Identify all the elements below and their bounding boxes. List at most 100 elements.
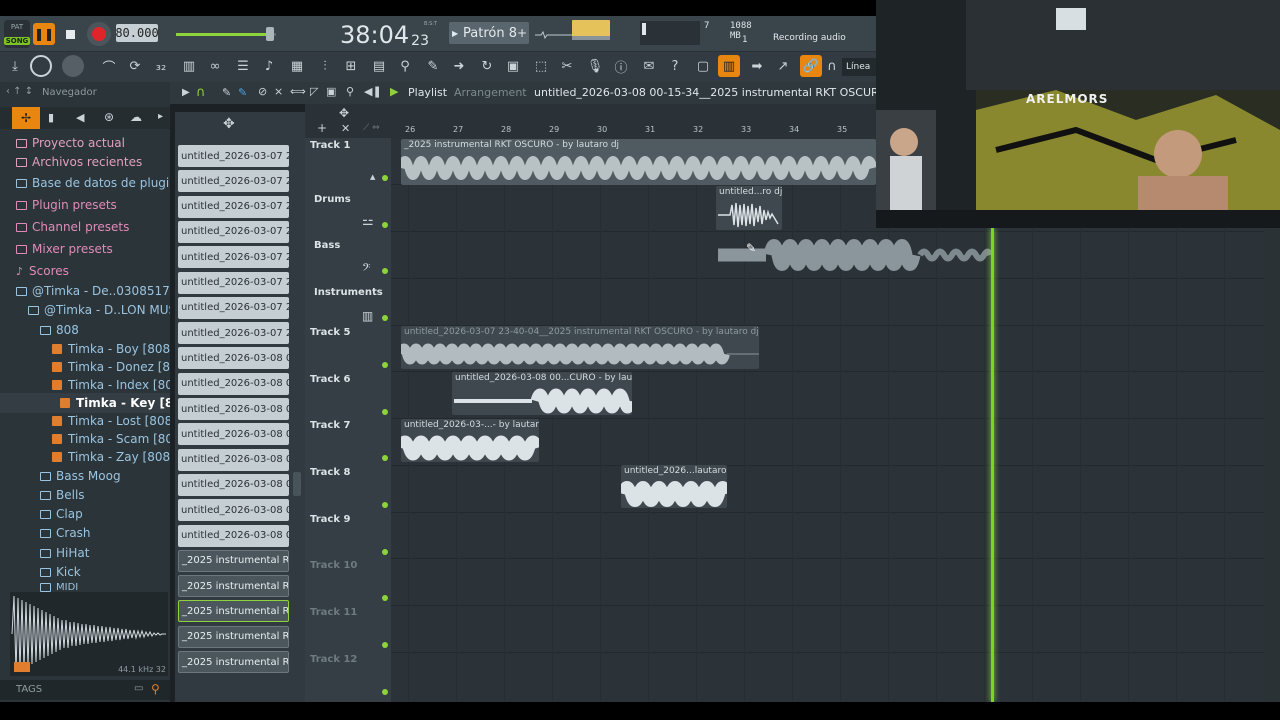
track-label[interactable]: Track 1 bbox=[310, 140, 350, 151]
track-active-led[interactable] bbox=[382, 361, 388, 368]
arrow-right-icon[interactable]: ➜ bbox=[448, 55, 470, 77]
cut-icon[interactable]: ✂ bbox=[556, 55, 578, 77]
browser-item-folder[interactable]: MIDI bbox=[0, 582, 170, 592]
tempo-field[interactable]: 80.000 bbox=[115, 24, 159, 42]
loop-record-icon[interactable]: ∞ bbox=[204, 55, 226, 77]
audio-clip[interactable]: untitled_2026...lautaro dj bbox=[621, 465, 727, 508]
add-track-icon[interactable]: + bbox=[317, 121, 327, 135]
browser-item-sample-selected[interactable]: Timka - Key [808] bbox=[0, 393, 170, 413]
preview-loop-icon[interactable] bbox=[14, 662, 30, 672]
pat-song-toggle[interactable]: PAT SONG bbox=[3, 20, 31, 48]
picker-audio-clip[interactable]: _2025 instrumental R...✢ bbox=[178, 549, 289, 572]
picker-pattern[interactable]: untitled_2026-03-08 00-... bbox=[178, 423, 289, 446]
folder-icon[interactable]: ▭ bbox=[134, 683, 143, 694]
plugin-picker-icon[interactable]: ⚲ bbox=[394, 55, 416, 77]
picker-audio-clip[interactable]: _2025 instrumental R...✢ bbox=[178, 575, 289, 598]
track-active-led[interactable] bbox=[382, 408, 388, 415]
download-icon[interactable]: ⤓ bbox=[4, 55, 26, 77]
blend-notes-icon[interactable]: ₃₂ bbox=[150, 55, 172, 77]
track-label[interactable]: Instruments bbox=[314, 287, 383, 298]
audio-clip[interactable]: untitled_2026-03-07 23-40-04__2025 instr… bbox=[401, 326, 759, 369]
mute-tool-icon[interactable]: ⨯ bbox=[274, 85, 283, 98]
save-icon[interactable]: ▣ bbox=[502, 55, 524, 77]
audio-clip[interactable]: untitled...ro dj bbox=[716, 186, 782, 230]
picker-pattern[interactable]: untitled_2026-03-08 00-... bbox=[178, 524, 289, 547]
playback-tool-icon[interactable]: ◀❚ bbox=[364, 85, 382, 98]
search-icon[interactable]: ⚲ bbox=[151, 682, 160, 696]
browser-item-current-project[interactable]: Proyecto actual bbox=[0, 133, 170, 153]
browser-item-folder[interactable]: Kick bbox=[0, 562, 170, 582]
picker-pattern[interactable]: untitled_2026-03-07 23-... bbox=[178, 322, 289, 345]
audio-clip[interactable]: _2025 instrumental RKT OSCURO - by lauta… bbox=[401, 139, 876, 185]
audio-clip[interactable]: untitled_2026-03-...- by lautaro dj bbox=[401, 419, 539, 462]
browser-item-scores[interactable]: ♪ Scores bbox=[0, 261, 170, 281]
browser-item-recent-files[interactable]: Archivos recientes bbox=[0, 152, 170, 172]
picker-pattern[interactable]: untitled_2026-03-07 23-... bbox=[178, 145, 289, 167]
delete-tool-icon[interactable]: ⊘ bbox=[258, 85, 267, 98]
browser-item-timka-music[interactable]: @Timka - D..LON MUSIC_ bbox=[0, 300, 170, 320]
browser-item-folder[interactable]: Bass Moog bbox=[0, 466, 170, 486]
picker-pattern[interactable]: untitled_2026-03-08 00-... bbox=[178, 499, 289, 522]
plugin-database-icon[interactable]: ⊞ bbox=[340, 55, 362, 77]
typing-keyboard-icon[interactable]: ⌒ bbox=[98, 55, 120, 77]
mixer-icon[interactable]: ⫶ bbox=[314, 55, 336, 77]
browser-nav-icon[interactable]: ‹ ↑ ↕ bbox=[6, 86, 33, 97]
browser-all-tab[interactable]: ✢ bbox=[12, 107, 40, 129]
select-tool-icon[interactable]: ▣ bbox=[326, 85, 336, 98]
close-icon[interactable]: ✕ bbox=[341, 122, 350, 135]
browser-item-folder[interactable]: HiHat bbox=[0, 543, 170, 563]
picker-pattern[interactable]: untitled_2026-03-08 00-... bbox=[178, 473, 289, 496]
microphone-icon[interactable]: 🎙 bbox=[584, 55, 606, 77]
track-label[interactable]: Bass bbox=[314, 240, 340, 251]
channel-rack-icon[interactable]: ▦ bbox=[286, 55, 308, 77]
feedback-icon[interactable]: ✉ bbox=[638, 55, 660, 77]
metronome-knob-icon[interactable] bbox=[30, 55, 52, 77]
render-icon[interactable]: ⬚ bbox=[530, 55, 552, 77]
audio-clip[interactable]: untitled_2026-03-08 00...CURO - by lauta… bbox=[452, 372, 632, 415]
browser-arrow-icon[interactable]: ▸ bbox=[158, 111, 163, 122]
step-edit-icon[interactable]: ⟳ bbox=[124, 55, 146, 77]
picker-pattern[interactable]: untitled_2026-03-07 23-... bbox=[178, 246, 289, 269]
pencil-tool-icon[interactable]: ✎ bbox=[222, 86, 231, 99]
touch-keyboard-icon[interactable]: ✎ bbox=[422, 55, 444, 77]
countdown-icon[interactable]: ▥ bbox=[178, 55, 200, 77]
pause-button[interactable]: ❚❚ bbox=[33, 23, 55, 45]
magnet-snap-icon[interactable]: ∩ bbox=[196, 85, 206, 100]
link-icon[interactable]: 🔗 bbox=[800, 55, 822, 77]
vertical-scrollbar[interactable] bbox=[1264, 228, 1280, 702]
song-position-display[interactable]: 38:04 23 B:S:T bbox=[340, 19, 440, 49]
picker-pattern[interactable]: untitled_2026-03-08 00-... bbox=[178, 347, 289, 370]
browser-item-folder[interactable]: Bells bbox=[0, 485, 170, 505]
track-label[interactable]: Track 6 bbox=[310, 374, 350, 385]
picker-move-icon[interactable]: ✥ bbox=[223, 116, 235, 132]
track-label[interactable]: Track 11 bbox=[310, 607, 357, 618]
info-icon[interactable]: ⓘ bbox=[610, 55, 632, 77]
slide-icon[interactable]: ↗ bbox=[772, 55, 794, 77]
track-label[interactable]: Track 8 bbox=[310, 467, 350, 478]
playhead[interactable] bbox=[991, 228, 994, 702]
stop-button[interactable] bbox=[59, 23, 81, 45]
play-triangle-icon[interactable]: ▶ bbox=[182, 87, 190, 98]
browser-item-sample[interactable]: Timka - Boy [808] bbox=[0, 339, 170, 359]
playlist-icon[interactable]: ☰ bbox=[232, 55, 254, 77]
browser-speaker-icon[interactable]: ◀ bbox=[76, 111, 84, 124]
track-arrow-icon[interactable]: ▲ bbox=[370, 173, 375, 181]
browser-item-plugin-presets[interactable]: Plugin presets bbox=[0, 195, 170, 215]
track-active-led[interactable] bbox=[382, 221, 388, 228]
browser-item-808-folder[interactable]: 808 bbox=[0, 320, 170, 340]
picker-pattern[interactable]: untitled_2026-03-08 00-... bbox=[178, 398, 289, 420]
browser-item-timka-pack[interactable]: @Timka - De..0308517-3-001 bbox=[0, 281, 170, 301]
master-pitch-knob[interactable] bbox=[62, 55, 84, 77]
track-label[interactable]: Track 7 bbox=[310, 420, 350, 431]
browser-item-plugin-database[interactable]: Base de datos de plugins bbox=[0, 173, 170, 193]
move-icon[interactable]: ✥ bbox=[339, 106, 349, 120]
master-volume-handle[interactable] bbox=[266, 27, 274, 41]
track-active-led[interactable] bbox=[382, 175, 388, 181]
picker-audio-clip[interactable]: _2025 instrumental R...✢ bbox=[178, 600, 289, 623]
browser-item-sample[interactable]: Timka - Lost [808] bbox=[0, 411, 170, 431]
track-label[interactable]: Track 9 bbox=[310, 514, 350, 525]
track-active-led[interactable] bbox=[382, 642, 388, 648]
picker-pattern[interactable]: untitled_2026-03-08 00-... bbox=[178, 448, 289, 471]
browser-item-sample[interactable]: Timka - Zay [808] bbox=[0, 447, 170, 467]
window-icon[interactable]: ▢ bbox=[692, 55, 714, 77]
